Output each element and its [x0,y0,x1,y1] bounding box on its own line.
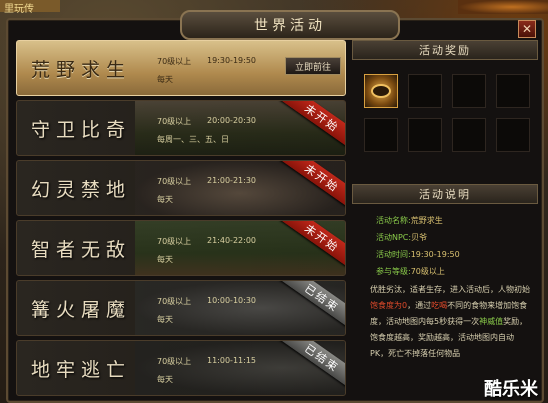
info-row: 参与等级:70级以上 [376,263,532,280]
bg-top-left-text: 里玩传 [0,0,60,15]
desc-text: ，通过 [407,301,432,310]
activity-name: 智者无敌 [31,239,132,261]
info-row: 活动名称:荒野求生 [376,212,532,229]
activity-row[interactable]: 地牢逃亡 70级以上 11:00-11:15 每天 已结束 [16,340,346,396]
activity-name: 篝火屠魔 [31,299,132,321]
side-panel: 活动奖励 活动说明 活动名称:荒野求生 活动NPC:贝爷 活动时间:19:30-… [352,40,538,398]
bg-top-right-decoration [458,0,548,14]
world-activity-window: 世界活动 ✕ 荒野求生 70级以上 19:30-19:50 每天 立即前往 守卫… [6,10,544,403]
close-button[interactable]: ✕ [518,20,536,38]
info-panel-header: 活动说明 [352,184,538,204]
site-watermark: 酷乐米 [484,379,538,400]
activity-name: 荒野求生 [31,59,132,81]
desc-text: 优胜劣汰，适者生存，进入活动后，人物初始 [370,285,530,294]
activity-level: 70级以上 [157,117,192,126]
activity-time: 21:40-22:00 [207,236,256,245]
activity-description: 优胜劣汰，适者生存，进入活动后，人物初始饱食度为0，通过吃喝不同的食物来增加饱食… [352,280,538,362]
activity-days: 每天 [157,75,173,84]
activity-row[interactable]: 智者无敌 70级以上 21:40-22:00 每天 未开始 [16,220,346,276]
info-value: 70级以上 [410,267,445,276]
go-now-button[interactable]: 立即前往 [285,57,341,75]
info-key: 参与等级: [376,267,411,276]
info-row: 活动NPC:贝爷 [376,229,532,246]
reward-panel-header: 活动奖励 [352,40,538,60]
reward-slot-grid [364,74,532,152]
activity-time: 21:00-21:30 [207,176,256,185]
activity-days: 每天 [157,315,173,324]
activity-time: 20:00-20:30 [207,116,256,125]
desc-highlight: 饱食度为0 [370,301,408,310]
activity-row[interactable]: 荒野求生 70级以上 19:30-19:50 每天 立即前往 [16,40,346,96]
activity-row[interactable]: 守卫比奇 70级以上 20:00-20:30 每周一、三、五、日 未开始 [16,100,346,156]
activity-days: 每天 [157,195,173,204]
desc-highlight: 吃喝 [431,301,448,310]
activity-level: 70级以上 [157,297,192,306]
info-fields: 活动名称:荒野求生 活动NPC:贝爷 活动时间:19:30-19:50 参与等级… [352,204,538,280]
activity-days: 每天 [157,255,173,264]
activity-time: 19:30-19:50 [207,56,256,65]
activity-row[interactable]: 幻灵禁地 70级以上 21:00-21:30 每天 未开始 [16,160,346,216]
activity-list: 荒野求生 70级以上 19:30-19:50 每天 立即前往 守卫比奇 70级以… [16,40,346,400]
info-row: 活动时间:19:30-19:50 [376,246,532,263]
activity-name: 地牢逃亡 [31,359,132,381]
reward-slot[interactable] [452,74,486,108]
info-value: 19:30-19:50 [410,250,460,259]
activity-level: 70级以上 [157,57,192,66]
info-key: 活动名称: [376,216,411,225]
activity-row[interactable]: 篝火屠魔 70级以上 10:00-10:30 每天 已结束 [16,280,346,336]
info-value: 贝爷 [411,233,428,242]
activity-time: 10:00-10:30 [207,296,256,305]
reward-item-icon [371,84,391,98]
desc-highlight: 神威值 [479,317,504,326]
activity-level: 70级以上 [157,237,192,246]
reward-slot[interactable] [496,74,530,108]
activity-days: 每天 [157,375,173,384]
activity-time: 11:00-11:15 [207,356,256,365]
activity-name: 守卫比奇 [31,119,132,141]
activity-level: 70级以上 [157,177,192,186]
reward-slot[interactable] [452,118,486,152]
reward-slot[interactable] [408,118,442,152]
info-key: 活动NPC: [376,233,412,242]
info-value: 荒野求生 [410,216,443,225]
activity-level: 70级以上 [157,357,192,366]
reward-slot[interactable] [364,118,398,152]
reward-panel [352,60,538,184]
activity-days: 每周一、三、五、日 [157,135,229,144]
info-key: 活动时间: [376,250,411,259]
reward-slot[interactable] [496,118,530,152]
activity-name: 幻灵禁地 [31,179,132,201]
window-title: 世界活动 [254,18,326,34]
reward-slot[interactable] [364,74,398,108]
window-title-plate: 世界活动 [180,10,400,40]
reward-slot[interactable] [408,74,442,108]
